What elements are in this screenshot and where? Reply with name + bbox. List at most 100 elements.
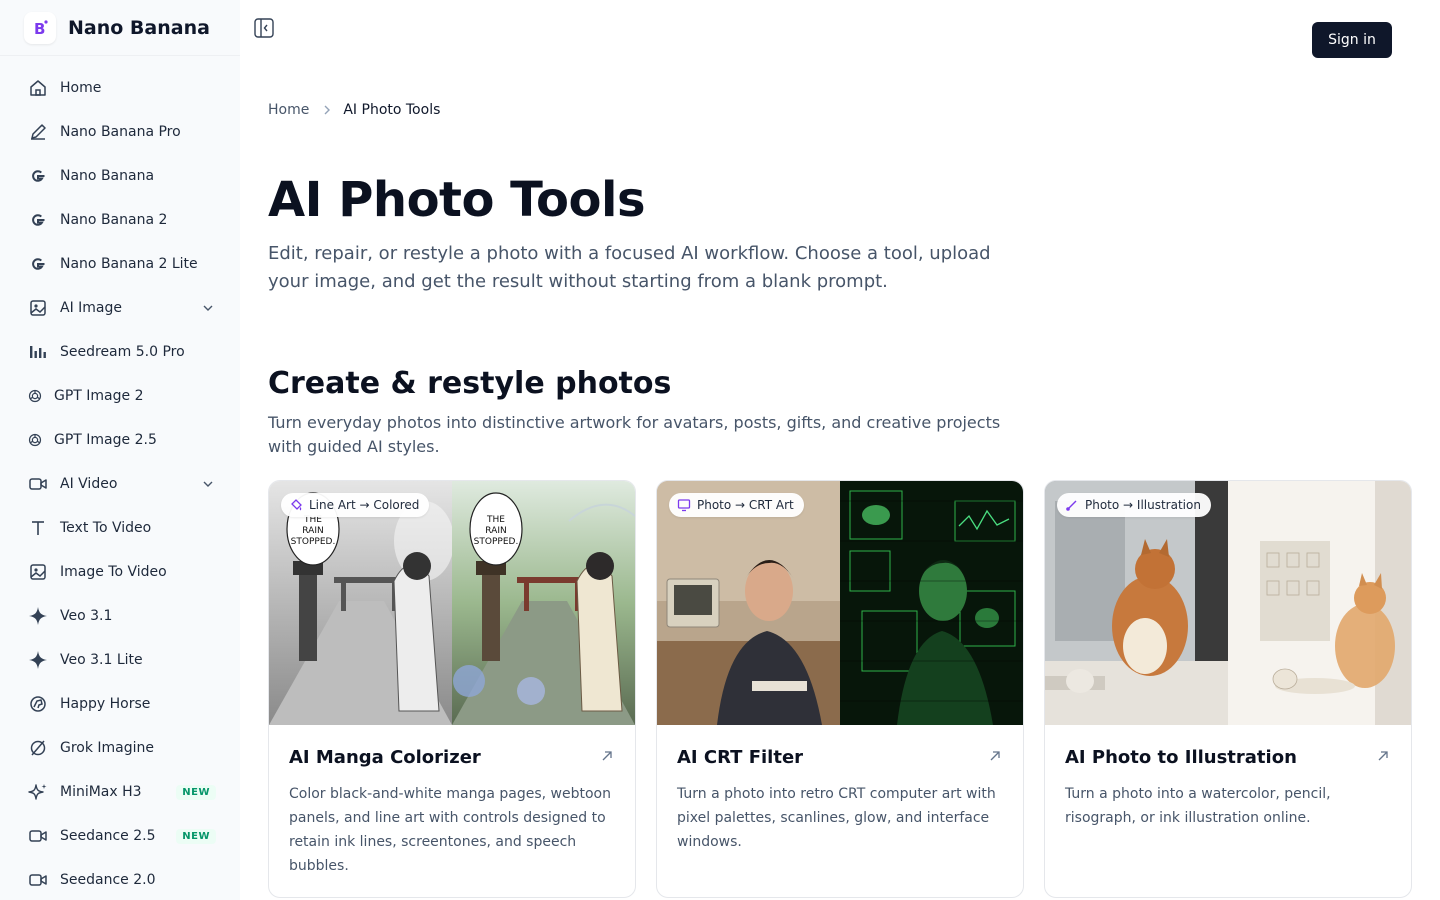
sparkles-icon [28, 782, 48, 802]
page-subtitle: Edit, repair, or restyle a photo with a … [268, 243, 991, 292]
sidebar-item-ai-video[interactable]: AI Video [0, 462, 240, 506]
sidebar-item-label: AI Image [60, 300, 123, 316]
panel-collapse-icon [254, 18, 274, 38]
sidebar-item-nano-banana-pro[interactable]: Nano Banana Pro [0, 110, 240, 154]
brush-icon [1065, 498, 1079, 512]
card-description: Color black-and-white manga pages, webto… [289, 786, 611, 874]
sidebar-item-ai-image[interactable]: AI Image [0, 286, 240, 330]
card-tag-label: Photo → CRT Art [697, 498, 794, 512]
sidebar-item-image-to-video[interactable]: Image To Video [0, 550, 240, 594]
sidebar-item-seedance-2-5[interactable]: Seedance 2.5 NEW [0, 814, 240, 858]
card-image-illustration: Photo → Illustration [1045, 481, 1411, 725]
sidebar-item-home[interactable]: Home [0, 66, 240, 110]
brand-logo-icon: B [34, 20, 48, 38]
image-icon [28, 562, 48, 582]
page-title: AI Photo Tools [268, 172, 646, 228]
paint-bucket-icon [289, 498, 303, 512]
sidebar-item-nano-banana-2[interactable]: Nano Banana 2 [0, 198, 240, 242]
section-description: Turn everyday photos into distinctive ar… [268, 413, 1001, 456]
sidebar-nav: Home Nano Banana Pro Nano Banana Nano Banan… [0, 56, 240, 900]
manga-preview-image: THE RAIN STOPPED. THE RAIN STOPPED. [269, 481, 635, 725]
chevron-down-icon [200, 300, 216, 316]
horse-icon [28, 694, 48, 714]
card-body: AI CRT Filter Turn a photo into retro CR… [657, 725, 1023, 854]
arrow-up-right-icon [1377, 747, 1389, 761]
sidebar-item-label: Seedance 2.0 [60, 872, 156, 888]
sidebar-item-label: Happy Horse [60, 696, 151, 712]
sidebar-item-text-to-video[interactable]: Text To Video [0, 506, 240, 550]
sidebar-item-label: Nano Banana 2 [60, 212, 168, 228]
tool-cards: THE RAIN STOPPED. THE RAIN STOPPED. Line… [268, 480, 1412, 898]
sign-in-button[interactable]: Sign in [1312, 22, 1392, 58]
svg-text:STOPPED.: STOPPED. [474, 537, 519, 547]
google-icon [28, 166, 48, 186]
sidebar-item-label: Text To Video [60, 520, 152, 536]
sidebar-item-happy-horse[interactable]: Happy Horse [0, 682, 240, 726]
sidebar-item-label: Home [60, 80, 102, 96]
sidebar-item-gpt-image-2-5[interactable]: GPT Image 2.5 [0, 418, 240, 462]
sidebar: B Nano Banana Home Nano Banana Pro Nano Ba… [0, 0, 240, 900]
sidebar-item-label: GPT Image 2.5 [54, 432, 157, 448]
brand-logo: B [24, 11, 56, 44]
chevron-right-icon [323, 104, 331, 116]
openai-icon [28, 386, 42, 406]
tool-card-manga-colorizer[interactable]: THE RAIN STOPPED. THE RAIN STOPPED. Line… [268, 480, 636, 898]
sidebar-item-label: Grok Imagine [60, 740, 155, 756]
card-body: AI Photo to Illustration Turn a photo in… [1045, 725, 1411, 830]
image-icon [28, 298, 48, 318]
card-image-crt: Photo → CRT Art [657, 481, 1023, 725]
illustration-preview-image [1045, 481, 1411, 725]
card-tag: Photo → CRT Art [669, 493, 804, 517]
sidebar-item-gpt-image-2[interactable]: GPT Image 2 [0, 374, 240, 418]
svg-text:STOPPED.: STOPPED. [291, 537, 336, 547]
card-description: Turn a photo into retro CRT computer art… [677, 786, 996, 850]
monitor-icon [677, 498, 691, 512]
card-title: AI Photo to Illustration [1065, 747, 1297, 768]
bar-chart-icon [28, 342, 48, 362]
section-title: Create & restyle photos [268, 366, 672, 401]
sidebar-item-grok-imagine[interactable]: Grok Imagine [0, 726, 240, 770]
svg-text:B: B [34, 20, 45, 38]
sidebar-item-veo-3-1-lite[interactable]: Veo 3.1 Lite [0, 638, 240, 682]
sidebar-item-veo-3-1[interactable]: Veo 3.1 [0, 594, 240, 638]
sidebar-item-label: Nano Banana 2 Lite [60, 256, 198, 272]
card-title: AI Manga Colorizer [289, 747, 481, 768]
pen-icon [28, 122, 48, 142]
new-badge: NEW [176, 828, 216, 844]
sidebar-item-label: AI Video [60, 476, 118, 492]
sidebar-item-nano-banana-2-lite[interactable]: Nano Banana 2 Lite [0, 242, 240, 286]
chevron-down-icon [200, 476, 216, 492]
svg-text:RAIN: RAIN [302, 526, 323, 536]
brand-title: Nano Banana [68, 16, 210, 39]
sidebar-item-label: MiniMax H3 [60, 784, 142, 800]
brand[interactable]: B Nano Banana [0, 0, 240, 56]
video-icon [28, 826, 48, 846]
card-tag: Line Art → Colored [281, 493, 430, 517]
breadcrumb: Home AI Photo Tools [268, 102, 440, 118]
sidebar-item-minimax-h3[interactable]: MiniMax H3 NEW [0, 770, 240, 814]
grok-icon [28, 738, 48, 758]
video-icon [28, 870, 48, 890]
sparkle-icon [28, 606, 48, 626]
tool-card-crt-filter[interactable]: Photo → CRT Art AI CRT Filter Turn a pho… [656, 480, 1024, 898]
card-image-manga: THE RAIN STOPPED. THE RAIN STOPPED. Line… [269, 481, 635, 725]
home-icon [28, 78, 48, 98]
sidebar-item-label: GPT Image 2 [54, 388, 144, 404]
card-body: AI Manga Colorizer Color black-and-white… [269, 725, 635, 878]
svg-text:THE: THE [486, 515, 505, 525]
google-icon [28, 210, 48, 230]
sparkle-icon [28, 650, 48, 670]
sidebar-item-label: Nano Banana [60, 168, 155, 184]
sidebar-collapse-button[interactable] [254, 18, 274, 38]
card-tag-label: Line Art → Colored [309, 498, 420, 512]
video-icon [28, 474, 48, 494]
crt-preview-image [657, 481, 1023, 725]
breadcrumb-home-link[interactable]: Home [268, 102, 309, 118]
sidebar-item-label: Seedream 5.0 Pro [60, 344, 185, 360]
sidebar-item-nano-banana[interactable]: Nano Banana [0, 154, 240, 198]
sidebar-item-label: Image To Video [60, 564, 167, 580]
sidebar-item-seedream-5-0-pro[interactable]: Seedream 5.0 Pro [0, 330, 240, 374]
sidebar-item-seedance-2-0[interactable]: Seedance 2.0 [0, 858, 240, 900]
card-tag: Photo → Illustration [1057, 493, 1211, 517]
tool-card-photo-to-illustration[interactable]: Photo → Illustration AI Photo to Illustr… [1044, 480, 1412, 898]
